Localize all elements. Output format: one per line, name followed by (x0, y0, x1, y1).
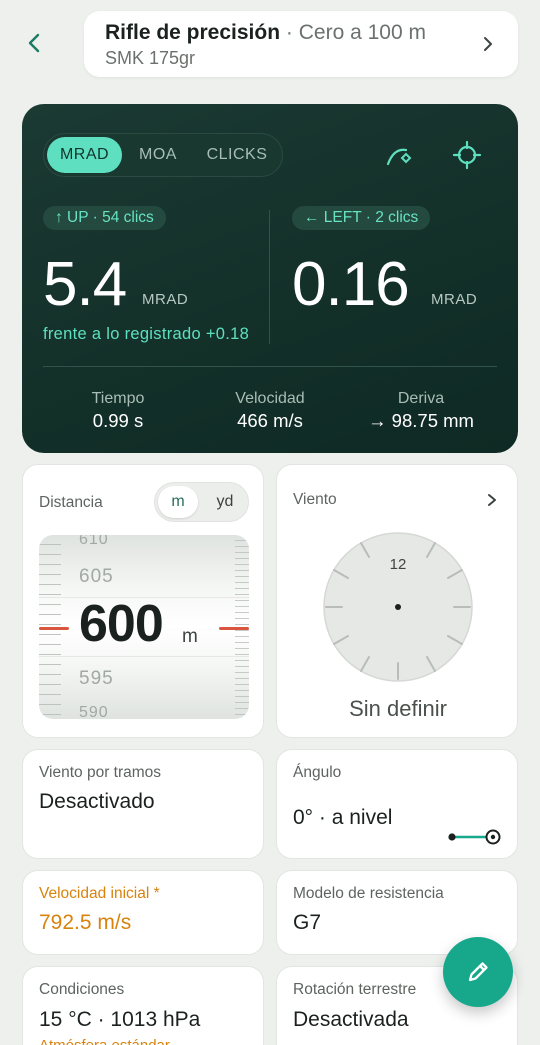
distance-tick: 610 (79, 535, 109, 548)
unit-m-option[interactable]: m (158, 486, 198, 518)
segmented-wind-label: Viento por tramos (39, 764, 162, 781)
windage-badge: ← LEFT · 2 clics (292, 206, 431, 230)
elevation-unit: MRAD (142, 291, 189, 308)
distance-unit: m (182, 626, 198, 647)
angle-value: 0° · a nivel (293, 806, 393, 829)
rifle-name: Rifle de precisión (105, 21, 281, 44)
crosshair-icon (452, 140, 482, 170)
muzzle-velocity-value: 792.5 m/s (39, 911, 132, 934)
unit-segmented-control: MRAD MOA CLICKS (43, 133, 283, 177)
distance-card: Distancia m yd 610 605 600 m 595 590 (22, 464, 264, 738)
windage-unit: MRAD (431, 291, 478, 308)
edit-button[interactable] (443, 937, 513, 1007)
level-indicator-icon (448, 829, 501, 845)
unit-moa-tab[interactable]: MOA (126, 137, 190, 173)
trajectory-button[interactable] (382, 138, 416, 172)
muzzle-velocity-label: Velocidad inicial * (39, 885, 160, 902)
drift-value: → 98.75 mm (368, 410, 474, 431)
chevron-right-icon (484, 37, 492, 51)
chevron-left-icon (28, 33, 40, 53)
divider (43, 366, 497, 367)
distance-tick: 595 (79, 668, 114, 689)
wind-card[interactable]: Viento 12 Sin definir (276, 464, 518, 738)
distance-value: 600 (79, 595, 164, 653)
elevation-delta: frente a lo registrado +0.18 (43, 325, 250, 343)
angle-card[interactable]: Ángulo 0° · a nivel (276, 749, 518, 859)
wind-status: Sin definir (349, 696, 447, 721)
earth-rotation-label: Rotación terrestre (293, 981, 417, 998)
unit-yd-option[interactable]: yd (205, 486, 245, 518)
conditions-card[interactable]: Condiciones 15 °C · 1013 hPa Atmósfera e… (22, 966, 264, 1045)
target-button[interactable] (450, 138, 484, 172)
profile-title: Rifle de precisión · Cero a 100 m (105, 21, 426, 44)
distance-marker (39, 627, 69, 630)
divider (269, 210, 270, 344)
muzzle-velocity-card[interactable]: Velocidad inicial * 792.5 m/s (22, 870, 264, 955)
pencil-icon (468, 962, 488, 982)
segmented-wind-card[interactable]: Viento por tramos Desactivado (22, 749, 264, 859)
drag-model-value: G7 (293, 911, 322, 934)
angle-label: Ángulo (293, 764, 342, 781)
profile-selector[interactable]: Rifle de precisión · Cero a 100 m SMK 17… (84, 11, 518, 77)
distance-tick: 590 (79, 704, 109, 719)
wind-clock[interactable] (322, 531, 474, 683)
unit-mrad-tab[interactable]: MRAD (47, 137, 122, 173)
drag-model-label: Modelo de resistencia (293, 885, 444, 902)
firing-solution-panel: MRAD MOA CLICKS ↑ UP · 54 clics 5.4 MRAD… (22, 104, 518, 453)
conditions-label: Condiciones (39, 981, 125, 998)
back-button[interactable] (22, 30, 48, 56)
drift-label: Deriva (397, 390, 445, 407)
time-label: Tiempo (91, 390, 145, 407)
earth-rotation-value: Desactivada (293, 1008, 409, 1031)
distance-label: Distancia (39, 494, 103, 511)
velocity-label: Velocidad (235, 390, 305, 407)
trajectory-icon (386, 148, 412, 166)
unit-clicks-tab[interactable]: CLICKS (194, 137, 280, 173)
velocity-value: 466 m/s (237, 410, 303, 431)
distance-tick: 605 (79, 566, 114, 587)
elevation-badge: ↑ UP · 54 clics (43, 206, 166, 230)
conditions-note: Atmósfera estándar (39, 1037, 170, 1045)
distance-picker[interactable]: 610 605 600 m 595 590 (39, 535, 249, 719)
zero-distance: Cero a 100 m (298, 21, 426, 44)
distance-unit-toggle: m yd (154, 482, 249, 522)
wind-label: Viento (293, 491, 337, 508)
segmented-wind-value: Desactivado (39, 790, 155, 813)
chevron-right-icon (488, 494, 496, 506)
distance-marker (219, 627, 249, 630)
clock-label: 12 (389, 556, 407, 573)
elevation-value: 5.4 (43, 250, 127, 319)
time-value: 0.99 s (92, 410, 144, 431)
ammo-name: SMK 175gr (105, 48, 196, 68)
windage-value: 0.16 (292, 250, 410, 319)
conditions-value: 15 °C · 1013 hPa (39, 1008, 201, 1031)
